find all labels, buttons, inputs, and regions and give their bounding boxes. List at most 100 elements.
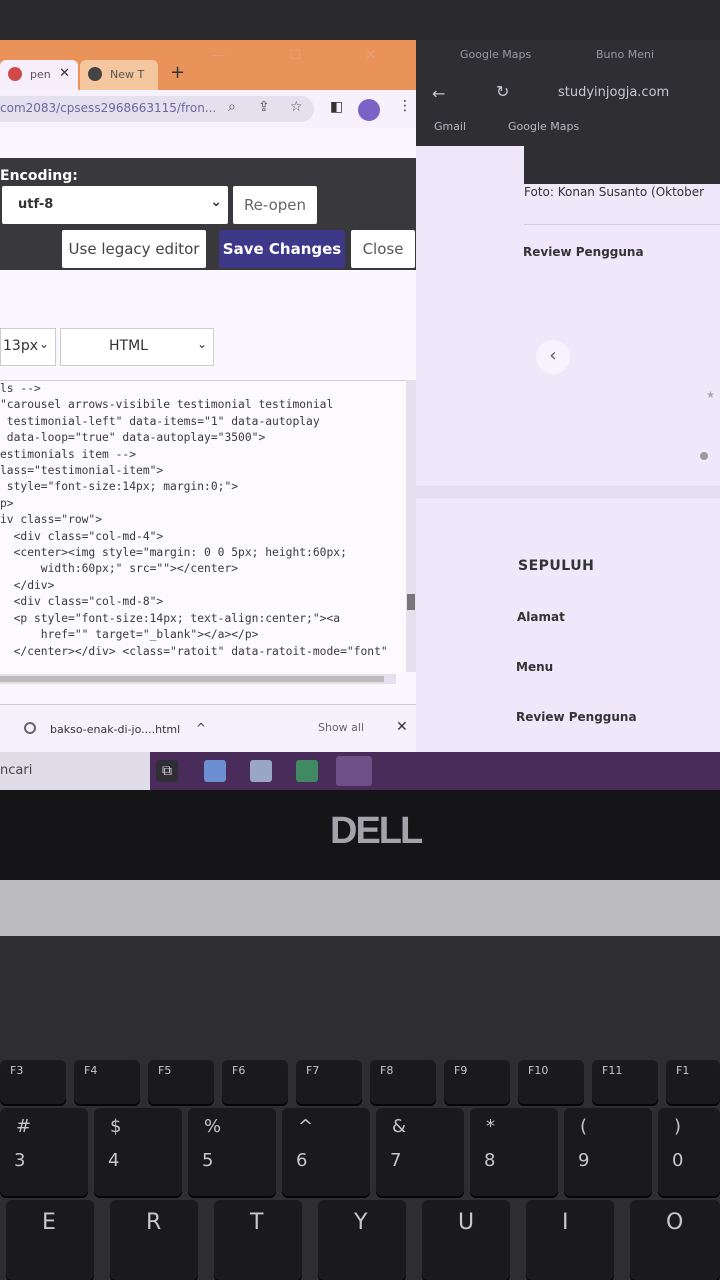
menu-dots-icon[interactable]: ⋮: [398, 98, 412, 114]
key-3[interactable]: #3: [0, 1108, 88, 1196]
right-browser-window: Google Maps Buno Meni ← ↻ studyinjogja.c…: [416, 40, 720, 754]
cpanel-icon: [8, 67, 22, 81]
key-o[interactable]: O: [630, 1200, 720, 1280]
key-7[interactable]: & 7: [376, 1108, 464, 1196]
key-letter: U: [458, 1210, 475, 1235]
use-legacy-editor-button[interactable]: Use legacy editor: [62, 230, 206, 268]
new-tab-button[interactable]: +: [170, 62, 185, 83]
tab-cpanel[interactable]: pen ✕: [0, 60, 78, 90]
laptop-hinge: [0, 880, 720, 936]
download-filename[interactable]: bakso-enak-di-jo....html: [50, 723, 180, 736]
key-symbol: %: [204, 1116, 222, 1137]
close-button[interactable]: Close: [351, 230, 415, 268]
key-f11[interactable]: F11: [592, 1060, 658, 1104]
vertical-scrollbar[interactable]: [406, 380, 416, 672]
sidebar-icon[interactable]: ◧: [330, 99, 343, 115]
chrome-taskbar-icon[interactable]: [336, 756, 372, 786]
bookmark-google-maps[interactable]: Google Maps: [508, 120, 579, 133]
key-u[interactable]: U: [422, 1200, 510, 1280]
key-9[interactable]: (9: [564, 1108, 652, 1196]
star-icon[interactable]: ☆: [290, 99, 303, 115]
code-line: <div class="col-md-8">: [0, 595, 164, 609]
tab-google-maps[interactable]: Google Maps: [460, 48, 531, 61]
file-explorer-icon[interactable]: [250, 760, 272, 782]
review-heading: Review Pengguna: [523, 245, 644, 259]
key-8[interactable]: * 8: [470, 1108, 558, 1196]
task-view-icon[interactable]: ⧉: [156, 760, 178, 782]
code-editor[interactable]: ls --> "carousel arrows-visibile testimo…: [0, 380, 406, 673]
key-y[interactable]: Y: [318, 1200, 406, 1280]
back-arrow-icon[interactable]: ←: [432, 84, 445, 103]
key-t[interactable]: T: [214, 1200, 302, 1280]
key-f6[interactable]: F6: [222, 1060, 288, 1104]
key-label: F7: [306, 1064, 320, 1077]
avatar[interactable]: [358, 99, 380, 121]
dell-logo: DELL: [330, 810, 423, 852]
key-i[interactable]: I: [526, 1200, 614, 1280]
reload-icon[interactable]: ↻: [496, 82, 509, 101]
key-f12[interactable]: F1: [666, 1060, 720, 1104]
carousel-dot[interactable]: [700, 452, 708, 460]
close-icon[interactable]: ✕: [59, 66, 70, 81]
key-f8[interactable]: F8: [370, 1060, 436, 1104]
key-digit: 6: [296, 1150, 308, 1171]
tab-label: New T: [110, 68, 145, 81]
section-heading: SEPULUH: [518, 558, 595, 574]
key-label: F3: [10, 1064, 24, 1077]
tab-second[interactable]: Buno Meni: [596, 48, 654, 61]
code-line: lass="testimonial-item">: [0, 464, 164, 478]
key-4[interactable]: $4: [94, 1108, 182, 1196]
key-r[interactable]: R: [110, 1200, 198, 1280]
window-controls[interactable]: — ☐ ✕: [212, 48, 406, 63]
notepad-icon[interactable]: [204, 760, 226, 782]
scrollbar-thumb[interactable]: [407, 594, 415, 610]
code-line: estimonials item -->: [0, 447, 137, 461]
key-letter: O: [666, 1210, 684, 1235]
key-5[interactable]: % 5: [188, 1108, 276, 1196]
right-browser-chrome: Google Maps Buno Meni ← ↻ studyinjogja.c…: [416, 40, 720, 146]
code-line: ls -->: [0, 382, 41, 395]
key-f4[interactable]: F4: [74, 1060, 140, 1104]
key-f7[interactable]: F7: [296, 1060, 362, 1104]
code-line: href="" target="_blank"></a></p>: [0, 628, 259, 642]
key-6[interactable]: ^ 6: [282, 1108, 370, 1196]
show-all-button[interactable]: Show all: [318, 716, 390, 740]
key-label: F4: [84, 1064, 98, 1077]
nav-link-review[interactable]: Review Pengguna: [516, 710, 637, 724]
url-text[interactable]: studyinjogja.com: [558, 85, 669, 100]
url-input[interactable]: com2083/cpsess2968663115/fron... ⌕ ⇪ ☆: [0, 96, 314, 122]
key-f3[interactable]: F3: [0, 1060, 66, 1104]
excel-icon[interactable]: [296, 760, 318, 782]
key-f9[interactable]: F9: [444, 1060, 510, 1104]
nav-link-menu[interactable]: Menu: [516, 660, 553, 674]
key-f10[interactable]: F10: [518, 1060, 584, 1104]
encoding-label: Encoding:: [0, 168, 78, 184]
share-icon[interactable]: ⇪: [258, 99, 270, 115]
key-symbol: #: [16, 1116, 32, 1137]
screen-top-bezel: [0, 0, 720, 40]
carousel-prev-button[interactable]: ‹: [536, 340, 570, 374]
photo-credit: Foto: Konan Susanto (Oktober: [524, 185, 705, 199]
font-size-select[interactable]: 13px ⌄: [0, 328, 56, 366]
save-changes-button[interactable]: Save Changes: [219, 230, 345, 268]
horizontal-scrollbar[interactable]: [0, 674, 396, 684]
nav-link-alamat[interactable]: Alamat: [517, 610, 565, 624]
bookmark-gmail[interactable]: Gmail: [434, 120, 466, 133]
chevron-down-icon: ⌄: [196, 337, 207, 351]
taskbar-search[interactable]: ncari: [0, 752, 150, 790]
encoding-select[interactable]: utf-8 ⌄: [2, 186, 228, 224]
download-bar: bakso-enak-di-jo....html ^ Show all ✕: [0, 704, 416, 752]
reopen-button[interactable]: Re-open: [233, 186, 317, 224]
mode-select[interactable]: HTML ⌄: [60, 328, 214, 366]
close-download-bar-button[interactable]: ✕: [396, 719, 408, 735]
tab-new-tab[interactable]: New T: [80, 60, 158, 90]
chevron-up-icon[interactable]: ^: [196, 721, 206, 735]
key-f5[interactable]: F5: [148, 1060, 214, 1104]
section-separator: [416, 486, 720, 498]
key-0[interactable]: ) 0: [658, 1108, 720, 1196]
key-e[interactable]: E: [6, 1200, 94, 1280]
address-bar: com2083/cpsess2968663115/fron... ⌕ ⇪ ☆ ◧…: [0, 90, 416, 128]
scrollbar-thumb[interactable]: [0, 676, 384, 682]
key-symbol: ^: [298, 1116, 314, 1137]
zoom-icon[interactable]: ⌕: [228, 99, 236, 115]
